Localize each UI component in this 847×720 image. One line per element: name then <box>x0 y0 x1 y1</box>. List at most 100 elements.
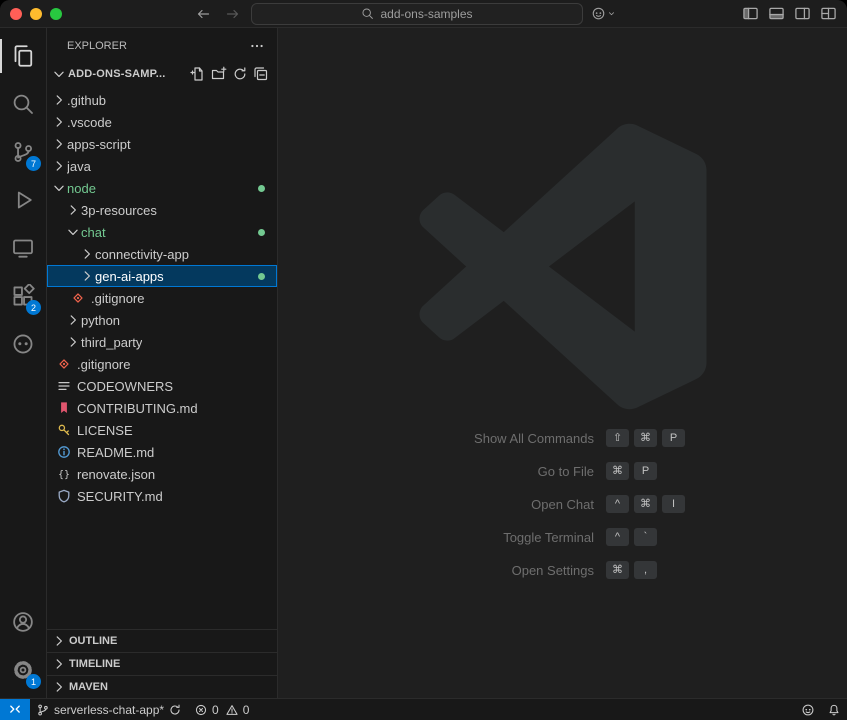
tree-item[interactable]: {} renovate.json <box>47 463 277 485</box>
zoom-button[interactable] <box>50 8 62 20</box>
copilot-icon <box>591 6 606 21</box>
activity-item-accounts[interactable] <box>0 598 46 646</box>
toggle-panel-button[interactable] <box>768 5 785 22</box>
git-icon <box>56 356 72 372</box>
copilot-icon <box>11 332 35 356</box>
activity-bar-bottom: 1 <box>0 598 46 698</box>
chevron-down-icon <box>51 63 67 85</box>
toggle-primary-sidebar-button[interactable] <box>742 5 759 22</box>
search-icon <box>361 7 374 20</box>
tree-item[interactable]: .gitignore <box>47 287 277 309</box>
collapse-all-button[interactable] <box>251 64 271 84</box>
braces-icon: {} <box>56 466 72 482</box>
copilot-menu-button[interactable] <box>591 6 617 21</box>
new-folder-button[interactable] <box>209 64 229 84</box>
keyboard-shortcuts-hint: Show All Commands ⇧⌘P Go to File ⌘P Open… <box>278 429 847 579</box>
toggle-secondary-sidebar-button[interactable] <box>794 5 811 22</box>
tree-item[interactable]: README.md <box>47 441 277 463</box>
run-debug-icon <box>11 188 35 212</box>
git-icon <box>70 290 86 306</box>
files-icon <box>11 44 35 68</box>
refresh-button[interactable] <box>230 64 250 84</box>
activity-item-copilot[interactable] <box>0 320 46 368</box>
sidebar-header: EXPLORER <box>47 28 277 63</box>
tree-item[interactable]: python <box>47 309 277 331</box>
tree-item[interactable]: chat <box>47 221 277 243</box>
tree-item[interactable]: apps-script <box>47 133 277 155</box>
copilot-status-icon[interactable] <box>795 699 821 720</box>
activity-item-settings[interactable]: 1 <box>0 646 46 694</box>
minimize-button[interactable] <box>30 8 42 20</box>
sidebar-panels: OUTLINE TIMELINE MAVEN <box>47 629 277 698</box>
key-cap: , <box>634 561 657 579</box>
section-label: ADD-ONS-SAMP... <box>68 68 166 80</box>
panel-outline[interactable]: OUTLINE <box>47 629 277 652</box>
chevron-right-icon <box>79 268 95 284</box>
shortcut-keys: ^⌘I <box>606 495 756 513</box>
tree-item[interactable]: .gitignore <box>47 353 277 375</box>
command-center-search[interactable]: add-ons-samples <box>251 3 583 25</box>
shortcut-keys: ⇧⌘P <box>606 429 756 447</box>
shortcut-keys: ⌘P <box>606 462 756 480</box>
chevron-down-icon <box>606 8 617 19</box>
title-bar: add-ons-samples <box>0 0 847 28</box>
warning-icon <box>225 703 239 717</box>
tree-item[interactable]: java <box>47 155 277 177</box>
explorer-toolbar <box>188 64 277 84</box>
tree-item[interactable]: third_party <box>47 331 277 353</box>
explorer-sidebar: EXPLORER ADD-ONS-SAMP... .github <box>47 28 278 698</box>
layout-controls <box>742 5 837 22</box>
key-cap: ⌘ <box>606 462 629 480</box>
svg-text:{}: {} <box>58 469 70 480</box>
activity-item-run-debug[interactable] <box>0 176 46 224</box>
activity-item-source-control[interactable]: 7 <box>0 128 46 176</box>
explorer-section-header[interactable]: ADD-ONS-SAMP... <box>47 63 277 85</box>
back-button[interactable] <box>191 3 215 25</box>
close-button[interactable] <box>10 8 22 20</box>
remote-indicator[interactable] <box>0 699 30 720</box>
tree-item[interactable]: .github <box>47 89 277 111</box>
warning-count: 0 <box>243 703 250 717</box>
tree-item[interactable]: 3p-resources <box>47 199 277 221</box>
chevron-right-icon <box>51 114 67 130</box>
key-cap: ^ <box>606 528 629 546</box>
activity-item-explorer[interactable] <box>0 32 46 80</box>
badge: 1 <box>26 674 41 689</box>
vscode-logo-watermark <box>419 123 706 410</box>
tree-item[interactable]: SECURITY.md <box>47 485 277 507</box>
editor-area: Show All Commands ⇧⌘P Go to File ⌘P Open… <box>278 28 847 698</box>
new-file-button[interactable] <box>188 64 208 84</box>
more-actions-button[interactable] <box>247 36 267 56</box>
customize-layout-button[interactable] <box>820 5 837 22</box>
tree-item[interactable]: node <box>47 177 277 199</box>
shortcut-label: Open Chat <box>369 497 594 512</box>
git-branch-icon <box>36 703 50 717</box>
tree-item[interactable]: LICENSE <box>47 419 277 441</box>
tree-item[interactable]: CONTRIBUTING.md <box>47 397 277 419</box>
activity-item-extensions[interactable]: 2 <box>0 272 46 320</box>
key-cap: ⌘ <box>606 561 629 579</box>
key-cap: P <box>634 462 657 480</box>
tree-item[interactable]: .vscode <box>47 111 277 133</box>
tree-item[interactable]: gen-ai-apps <box>47 265 277 287</box>
chevron-right-icon <box>65 312 81 328</box>
activity-item-remote-explorer[interactable] <box>0 224 46 272</box>
badge: 7 <box>26 156 41 171</box>
panel-maven[interactable]: MAVEN <box>47 675 277 698</box>
problems-status[interactable]: 0 0 <box>188 699 257 720</box>
tree-item[interactable]: connectivity-app <box>47 243 277 265</box>
key-cap: ⌘ <box>634 495 657 513</box>
shortcut-row: Toggle Terminal ^` <box>278 528 847 546</box>
key-cap: ⇧ <box>606 429 629 447</box>
tree-item[interactable]: CODEOWNERS <box>47 375 277 397</box>
activity-bar: 7 2 <box>0 28 47 698</box>
shortcut-label: Go to File <box>369 464 594 479</box>
notifications-bell-icon[interactable] <box>821 699 847 720</box>
panel-timeline[interactable]: TIMELINE <box>47 652 277 675</box>
shortcut-keys: ^` <box>606 528 756 546</box>
activity-item-search[interactable] <box>0 80 46 128</box>
forward-button[interactable] <box>221 3 245 25</box>
branch-status[interactable]: serverless-chat-app* <box>30 699 188 720</box>
key-cap: ` <box>634 528 657 546</box>
remote-explorer-icon <box>11 236 35 260</box>
